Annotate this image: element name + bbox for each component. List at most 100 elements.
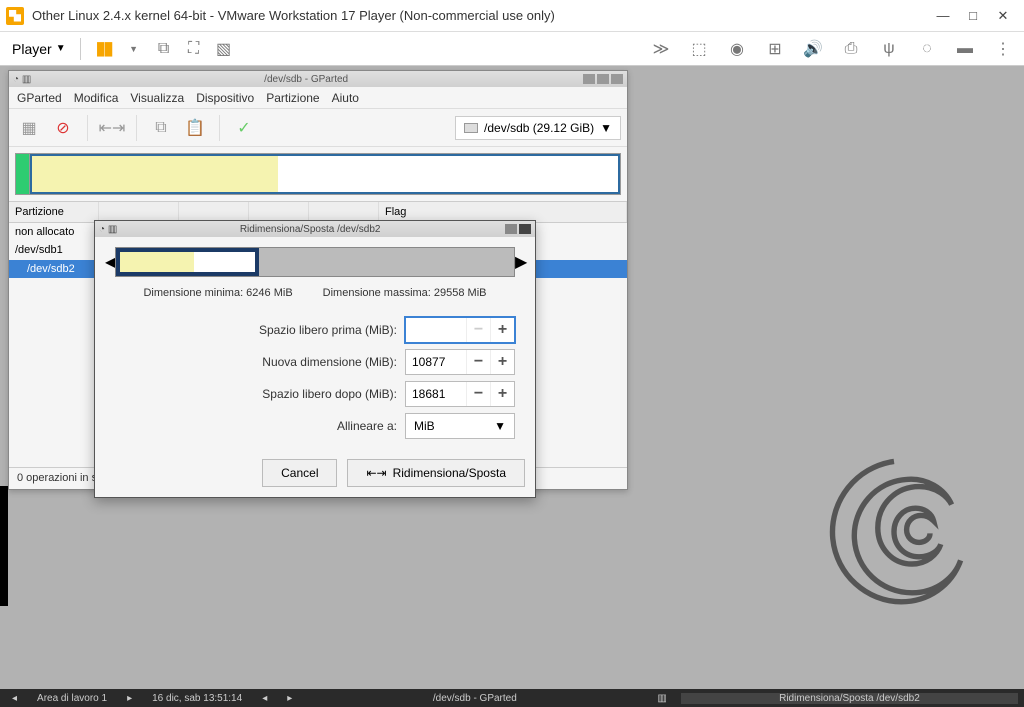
dialog-sys-icon: ◔ ▥ bbox=[99, 224, 117, 235]
vmware-titlebar: Other Linux 2.4.x kernel 64-bit - VMware… bbox=[0, 0, 1024, 32]
spin-minus[interactable]: − bbox=[466, 382, 490, 406]
power-dropdown[interactable]: ▼ bbox=[123, 38, 145, 60]
spin-plus[interactable]: + bbox=[490, 382, 514, 406]
space-before-input[interactable] bbox=[406, 323, 466, 337]
cd-icon[interactable]: ◉ bbox=[726, 38, 748, 60]
workspace-label[interactable]: Area di lavoro 1 bbox=[31, 693, 113, 704]
workspace-switcher-next[interactable]: ▸ bbox=[121, 693, 138, 704]
resize-move-icon[interactable]: ⇤⇥ bbox=[98, 114, 126, 142]
gparted-titlebar[interactable]: ◔ ▥ /dev/sdb - GParted bbox=[9, 71, 627, 87]
apply-arrow-icon: ⇤⇥ bbox=[366, 466, 386, 480]
taskbar-app-gparted[interactable]: /dev/sdb - GParted bbox=[306, 693, 643, 704]
cancel-button[interactable]: Cancel bbox=[262, 459, 337, 487]
device-selector[interactable]: /dev/sdb (29.12 GiB) ▼ bbox=[455, 116, 621, 140]
paste-icon[interactable]: 📋 bbox=[181, 114, 209, 142]
workspace-switcher-prev[interactable]: ◂ bbox=[6, 693, 23, 704]
dropdown-arrow-icon: ▼ bbox=[56, 43, 66, 54]
left-dock-edge bbox=[0, 486, 8, 606]
taskbar-datetime[interactable]: 16 dic, sab 13:51:14 bbox=[146, 693, 248, 704]
resize-move-button[interactable]: ⇤⇥ Ridimensiona/Sposta bbox=[347, 459, 525, 487]
dropdown-icon: ▼ bbox=[600, 121, 612, 135]
gparted-title-text: /dev/sdb - GParted bbox=[31, 74, 581, 85]
apply-icon[interactable]: ✓ bbox=[230, 114, 258, 142]
resize-handle-right[interactable]: ▶ bbox=[515, 252, 525, 272]
header-flag[interactable]: Flag bbox=[379, 202, 627, 222]
fullscreen-icon[interactable]: ⛶ bbox=[183, 38, 205, 60]
gparted-close-btn[interactable] bbox=[611, 74, 623, 84]
spin-minus[interactable]: − bbox=[466, 318, 490, 342]
disk-icon[interactable]: ⬚ bbox=[688, 38, 710, 60]
sound-icon[interactable]: 🔊 bbox=[802, 38, 824, 60]
copy-icon[interactable]: ⧉ bbox=[147, 114, 175, 142]
network-icon[interactable]: ⊞ bbox=[764, 38, 786, 60]
taskbar-app-icon[interactable]: ▥ bbox=[651, 693, 672, 704]
taskbar-app-resize[interactable]: Ridimensiona/Sposta /dev/sdb2 bbox=[681, 693, 1018, 704]
vmware-toolbar: Player ▼ ▮▮ ▼ ⧉ ⛶ ▧ ≫ ⬚ ◉ ⊞ 🔊 ⎙ ψ ◌ ▬ ⋮ bbox=[0, 32, 1024, 66]
dropdown-icon: ▼ bbox=[494, 419, 506, 433]
menu-aiuto[interactable]: Aiuto bbox=[332, 91, 359, 105]
space-before-label: Spazio libero prima (MiB): bbox=[115, 323, 397, 337]
send-ctrl-alt-del-icon[interactable]: ⧉ bbox=[153, 38, 175, 60]
menu-partizione[interactable]: Partizione bbox=[266, 91, 319, 105]
space-after-spin[interactable]: − + bbox=[405, 381, 515, 407]
gparted-menubar: GParted Modifica Visualizza Dispositivo … bbox=[9, 87, 627, 109]
usb-icon[interactable]: ψ bbox=[878, 38, 900, 60]
maximize-button[interactable]: □ bbox=[958, 6, 988, 26]
taskbar-nav-next[interactable]: ▸ bbox=[281, 693, 298, 704]
debian-logo bbox=[804, 447, 984, 627]
resize-dialog-title: Ridimensiona/Sposta /dev/sdb2 bbox=[117, 224, 503, 235]
align-value: MiB bbox=[414, 419, 435, 433]
taskbar-nav-prev[interactable]: ◂ bbox=[256, 693, 273, 704]
space-before-spin[interactable]: − + bbox=[405, 317, 515, 343]
vmware-title: Other Linux 2.4.x kernel 64-bit - VMware… bbox=[32, 8, 555, 23]
guest-taskbar: ◂ Area di lavoro 1 ▸ 16 dic, sab 13:51:1… bbox=[0, 689, 1024, 707]
space-after-label: Spazio libero dopo (MiB): bbox=[115, 387, 397, 401]
new-size-label: Nuova dimensione (MiB): bbox=[115, 355, 397, 369]
space-after-input[interactable] bbox=[406, 387, 466, 401]
device-arrow-icon[interactable]: ≫ bbox=[650, 38, 672, 60]
resize-handle-left[interactable]: ◀ bbox=[105, 252, 115, 272]
bluetooth-icon[interactable]: ◌ bbox=[916, 38, 938, 60]
partition-graph-sdb1[interactable] bbox=[16, 154, 30, 194]
guest-desktop: ◔ ▥ /dev/sdb - GParted GParted Modifica … bbox=[0, 66, 1024, 707]
spin-plus[interactable]: + bbox=[490, 350, 514, 374]
dialog-btn2[interactable] bbox=[519, 224, 531, 234]
dim-max-label: Dimensione massima: 29558 MiB bbox=[323, 287, 487, 299]
align-dropdown[interactable]: MiB ▼ bbox=[405, 413, 515, 439]
menu-visualizza[interactable]: Visualizza bbox=[130, 91, 184, 105]
header-partizione[interactable]: Partizione bbox=[9, 202, 99, 222]
gparted-sys-icon: ◔ ▥ bbox=[13, 74, 31, 85]
menu-dispositivo[interactable]: Dispositivo bbox=[196, 91, 254, 105]
mouse-icon[interactable]: ▬ bbox=[954, 38, 976, 60]
menu-gparted[interactable]: GParted bbox=[17, 91, 62, 105]
unity-icon[interactable]: ▧ bbox=[213, 38, 235, 60]
spin-plus[interactable]: + bbox=[490, 318, 514, 342]
align-label: Allineare a: bbox=[115, 419, 397, 433]
resize-dialog: ◔ ▥ Ridimensiona/Sposta /dev/sdb2 ◀ ▶ Di… bbox=[94, 220, 536, 498]
close-button[interactable]: ✕ bbox=[988, 6, 1018, 26]
device-selector-label: /dev/sdb (29.12 GiB) bbox=[484, 121, 594, 135]
resize-dialog-titlebar[interactable]: ◔ ▥ Ridimensiona/Sposta /dev/sdb2 bbox=[95, 221, 535, 237]
printer-icon[interactable]: ⎙ bbox=[840, 38, 862, 60]
dim-min-label: Dimensione minima: 6246 MiB bbox=[143, 287, 292, 299]
gparted-min-btn[interactable] bbox=[583, 74, 595, 84]
disk-small-icon bbox=[464, 123, 478, 133]
dialog-btn1[interactable] bbox=[505, 224, 517, 234]
pause-button[interactable]: ▮▮ bbox=[93, 38, 115, 60]
player-menu[interactable]: Player ▼ bbox=[6, 39, 72, 59]
gparted-toolbar: ▦ ⊘ ⇤⇥ ⧉ 📋 ✓ /dev/sdb (29.12 GiB) ▼ bbox=[9, 109, 627, 147]
partition-graph-sdb2[interactable] bbox=[30, 154, 620, 194]
spin-minus[interactable]: − bbox=[466, 350, 490, 374]
delete-partition-icon[interactable]: ⊘ bbox=[49, 114, 77, 142]
new-size-spin[interactable]: − + bbox=[405, 349, 515, 375]
resize-bar[interactable] bbox=[115, 247, 515, 277]
menu-modifica[interactable]: Modifica bbox=[74, 91, 119, 105]
minimize-button[interactable]: — bbox=[928, 6, 958, 26]
gparted-max-btn[interactable] bbox=[597, 74, 609, 84]
more-icon[interactable]: ⋮ bbox=[992, 38, 1014, 60]
partition-graph[interactable] bbox=[15, 153, 621, 195]
vmware-icon bbox=[6, 7, 24, 25]
new-partition-icon[interactable]: ▦ bbox=[15, 114, 43, 142]
new-size-input[interactable] bbox=[406, 355, 466, 369]
player-label: Player bbox=[12, 41, 52, 57]
